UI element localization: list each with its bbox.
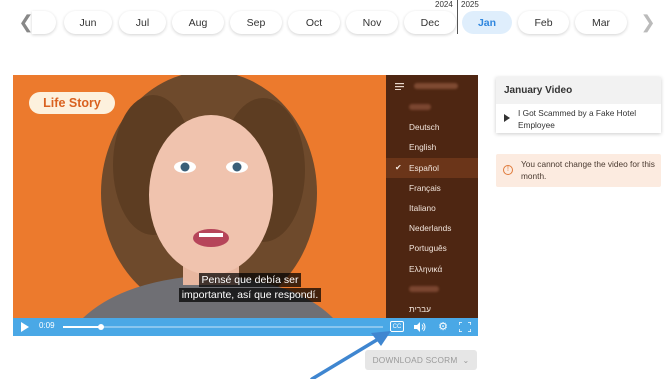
- language-label: Italiano: [409, 203, 436, 214]
- language-option-hebrew[interactable]: עברית: [386, 299, 478, 319]
- current-time: 0:09: [39, 321, 55, 330]
- year-label-2024: 2024: [435, 0, 453, 9]
- month-pill-jan[interactable]: Jan: [462, 11, 512, 34]
- month-pill-dec[interactable]: Dec: [404, 11, 456, 34]
- month-pill-jun[interactable]: Jun: [64, 11, 112, 34]
- month-pill-feb[interactable]: Feb: [518, 11, 569, 34]
- blurred-menu-title: [414, 83, 458, 89]
- language-label: עברית: [409, 303, 431, 314]
- month-pill-aug[interactable]: Aug: [172, 11, 224, 34]
- chevron-down-icon: ⌄: [462, 355, 470, 365]
- month-timeline: ❮ Jun Jul Aug Sep Oct Nov Dec 2024 2025 …: [0, 0, 670, 46]
- year-divider: [457, 0, 458, 34]
- progress-track[interactable]: [63, 324, 383, 330]
- video-controls-bar: 0:09 CC ⚙: [13, 318, 478, 336]
- video-list-item[interactable]: I Got Scammed by a Fake Hotel Employee: [496, 104, 661, 133]
- subtitle-line: importante, así que respondí.: [178, 288, 322, 302]
- month-label: Jul: [135, 16, 150, 29]
- month-pill-oct[interactable]: Oct: [288, 11, 340, 34]
- download-scorm-button[interactable]: DOWNLOAD SCORM ⌄: [365, 350, 477, 370]
- month-pill-jul[interactable]: Jul: [119, 11, 166, 34]
- month-label: Oct: [305, 16, 323, 29]
- language-label: Português: [409, 243, 447, 254]
- menu-header: [386, 75, 478, 97]
- menu-item-blurred[interactable]: [386, 97, 478, 117]
- month-pill-mar[interactable]: Mar: [575, 11, 627, 34]
- month-label: Feb: [534, 16, 553, 29]
- download-label: DOWNLOAD SCORM: [372, 355, 458, 365]
- video-player[interactable]: Life Story Pensé que debía ser important…: [13, 75, 478, 336]
- volume-icon[interactable]: [413, 319, 427, 335]
- subtitle-language-menu: Deutsch English ✔ Español Français Italia…: [386, 75, 478, 318]
- info-icon: !: [503, 165, 513, 175]
- month-label: Nov: [362, 16, 382, 29]
- language-option-english[interactable]: English: [386, 137, 478, 157]
- month-pill-nov[interactable]: Nov: [346, 11, 398, 34]
- subtitle-line: Pensé que debía ser: [198, 273, 302, 287]
- language-option-nederlands[interactable]: Nederlands: [386, 218, 478, 238]
- cc-label: CC: [392, 323, 402, 330]
- month-label: Sep: [246, 16, 266, 29]
- play-icon: [504, 114, 510, 122]
- hamburger-icon[interactable]: [395, 82, 404, 90]
- month-video-panel: January Video I Got Scammed by a Fake Ho…: [496, 77, 661, 133]
- play-icon[interactable]: [21, 322, 29, 332]
- locked-month-notice: ! You cannot change the video for this m…: [496, 154, 661, 187]
- language-label: Français: [409, 182, 441, 193]
- menu-item-blurred[interactable]: [386, 279, 478, 299]
- subtitle-caption: Pensé que debía ser importante, así que …: [176, 273, 324, 303]
- language-label: Deutsch: [409, 122, 440, 133]
- fullscreen-icon[interactable]: [458, 319, 472, 335]
- month-label: Mar: [591, 16, 611, 29]
- progress-handle[interactable]: [98, 324, 105, 330]
- month-label: Jun: [79, 16, 97, 29]
- video-title: I Got Scammed by a Fake Hotel Employee: [518, 108, 637, 130]
- panel-title: January Video: [496, 77, 661, 104]
- progress-fill: [63, 326, 102, 328]
- language-option-greek[interactable]: Ελληνικά: [386, 259, 478, 279]
- month-label: Dec: [420, 16, 440, 29]
- life-story-logo: Life Story: [29, 92, 115, 114]
- month-label: Aug: [188, 16, 208, 29]
- gear-icon[interactable]: ⚙: [436, 319, 450, 335]
- notice-text: You cannot change the video for this mon…: [521, 159, 655, 181]
- language-label: Nederlands: [409, 223, 452, 234]
- language-label: English: [409, 142, 437, 153]
- month-pill-sep[interactable]: Sep: [230, 11, 282, 34]
- language-label: Ελληνικά: [409, 263, 443, 274]
- language-option-italiano[interactable]: Italiano: [386, 198, 478, 218]
- language-option-portugues[interactable]: Português: [386, 238, 478, 258]
- month-pill-partial[interactable]: [32, 11, 56, 34]
- year-label-2025: 2025: [461, 0, 479, 9]
- checkmark-icon: ✔: [395, 163, 402, 173]
- month-label: Jan: [477, 16, 497, 29]
- chevron-right-icon[interactable]: ❯: [638, 12, 658, 32]
- language-option-deutsch[interactable]: Deutsch: [386, 117, 478, 137]
- language-option-francais[interactable]: Français: [386, 178, 478, 198]
- language-option-espanol[interactable]: ✔ Español: [386, 157, 478, 178]
- language-label: Español: [409, 162, 439, 173]
- closed-captions-button[interactable]: CC: [390, 321, 404, 332]
